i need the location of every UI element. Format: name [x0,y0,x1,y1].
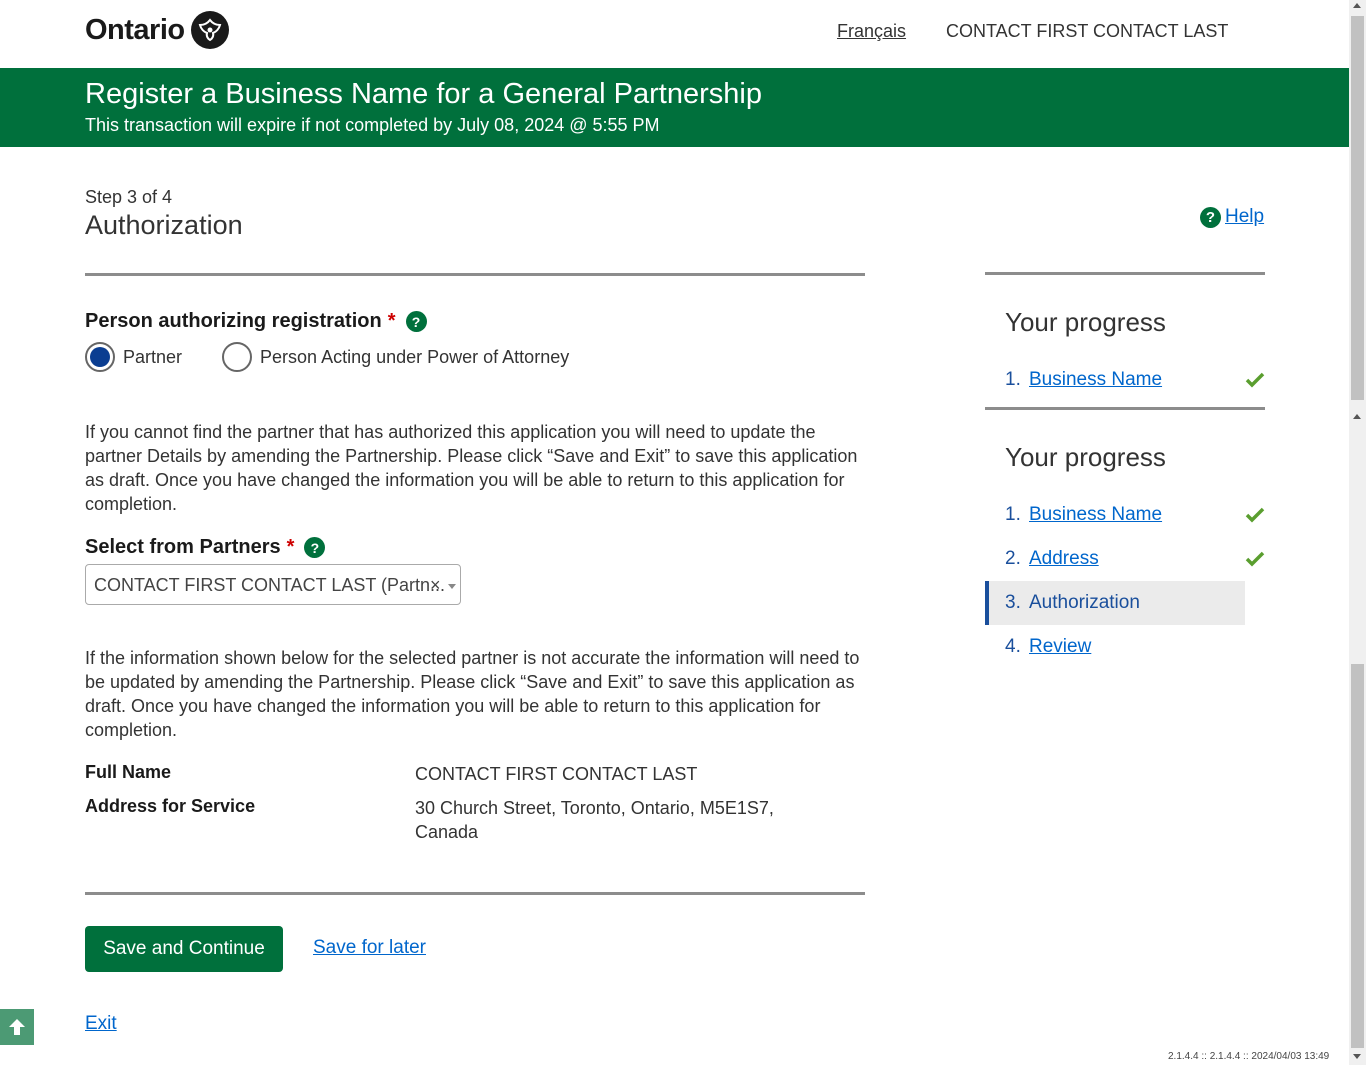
checkmark-icon [1245,507,1265,523]
checkmark-icon [1245,551,1265,567]
scroll-up-icon[interactable] [1353,3,1361,8]
user-name[interactable]: CONTACT FIRST CONTACT LAST [946,21,1228,42]
progress-item-number: 4. [1005,636,1021,657]
power-of-attorney-radio-label[interactable]: Person Acting under Power of Attorney [260,347,569,368]
partner-radio[interactable] [85,342,115,372]
help-button[interactable]: ? Help [1200,206,1264,228]
power-of-attorney-radio[interactable] [222,342,253,372]
question-icon: ? [1200,206,1221,228]
divider [85,273,865,276]
progress-item-number: 2. [1005,548,1021,569]
progress-item-business-name[interactable]: 1. Business Name [985,493,1265,537]
top-header: Ontario Français CONTACT FIRST CONTACT L… [0,0,1349,68]
partners-select[interactable]: CONTACT FIRST CONTACT LAST (Partn... × [85,564,461,605]
progress-item-review[interactable]: 4. Review [985,625,1265,669]
progress-item-business-name[interactable]: 1. Business Name [985,358,1265,402]
partner-not-found-info: If you cannot find the partner that has … [85,422,858,514]
ontario-logo[interactable]: Ontario [85,11,229,49]
exit-link[interactable]: Exit [85,1013,117,1035]
help-link[interactable]: Help [1225,206,1264,228]
address-label: Address for Service [85,796,256,816]
chevron-down-icon[interactable] [448,584,456,589]
version-info: 2.1.4.4 :: 2.1.4.4 :: 2024/04/03 13:49 [1168,1051,1330,1062]
page-title: Authorization [85,210,243,240]
progress-divider [985,407,1265,410]
progress-item-number: 1. [1005,504,1021,525]
checkmark-icon [1245,372,1265,388]
partner-radio-label[interactable]: Partner [123,347,182,368]
arrow-up-icon [9,1019,25,1035]
progress-item-link[interactable]: Business Name [1029,504,1162,526]
progress-title: Your progress [1005,442,1166,472]
scroll-down-icon[interactable] [1353,1054,1361,1059]
authorizing-label-text: Person authorizing registration [85,310,382,332]
progress-item-current-label: Authorization [1029,592,1140,613]
full-name-value: CONTACT FIRST CONTACT LAST [415,764,698,784]
banner-title: Register a Business Name for a General P… [85,78,762,110]
scroll-up-icon[interactable] [1353,414,1361,419]
progress-item-number: 1. [1005,369,1021,390]
logo-text: Ontario [85,13,185,46]
progress-item-link[interactable]: Review [1029,636,1091,658]
partner-accuracy-info: If the information shown below for the s… [85,648,860,740]
progress-title: Your progress [1005,307,1166,337]
scrollbar-thumb[interactable] [1351,664,1364,1048]
partners-label-text: Select from Partners [85,536,281,558]
question-icon[interactable]: ? [405,311,427,332]
progress-item-authorization[interactable]: 3. Authorization [985,581,1245,625]
back-to-top-button[interactable] [0,1009,34,1045]
language-toggle-link[interactable]: Français [837,21,906,42]
progress-item-address[interactable]: 2. Address [985,537,1265,581]
trillium-icon [190,11,229,49]
progress-item-link[interactable]: Business Name [1029,369,1162,391]
progress-divider [985,272,1265,275]
required-marker: * [286,536,295,558]
full-name-label: Full Name [85,762,172,782]
authorizing-label: Person authorizing registration * ? [85,310,427,333]
progress-item-number: 3. [1005,592,1021,613]
save-for-later-link[interactable]: Save for later [313,937,426,959]
step-indicator: Step 3 of 4 [85,187,173,207]
page-scrollbar[interactable] [1349,0,1366,1065]
scrollbar-thumb[interactable] [1351,16,1364,400]
partners-label: Select from Partners * ? [85,536,326,559]
divider [85,892,865,895]
question-icon[interactable]: ? [304,537,326,558]
save-and-continue-button[interactable]: Save and Continue [85,926,283,972]
partners-select-value: CONTACT FIRST CONTACT LAST (Partn... [94,575,446,595]
address-value: 30 Church Street, Toronto, Ontario, M5E1… [415,798,774,842]
required-marker: * [387,310,396,332]
page-banner: Register a Business Name for a General P… [0,68,1349,147]
expiry-notice: This transaction will expire if not comp… [85,115,660,135]
progress-item-link[interactable]: Address [1029,548,1099,570]
authorizing-radio-group: Partner Person Acting under Power of Att… [85,342,569,372]
clear-icon[interactable]: × [430,575,441,596]
